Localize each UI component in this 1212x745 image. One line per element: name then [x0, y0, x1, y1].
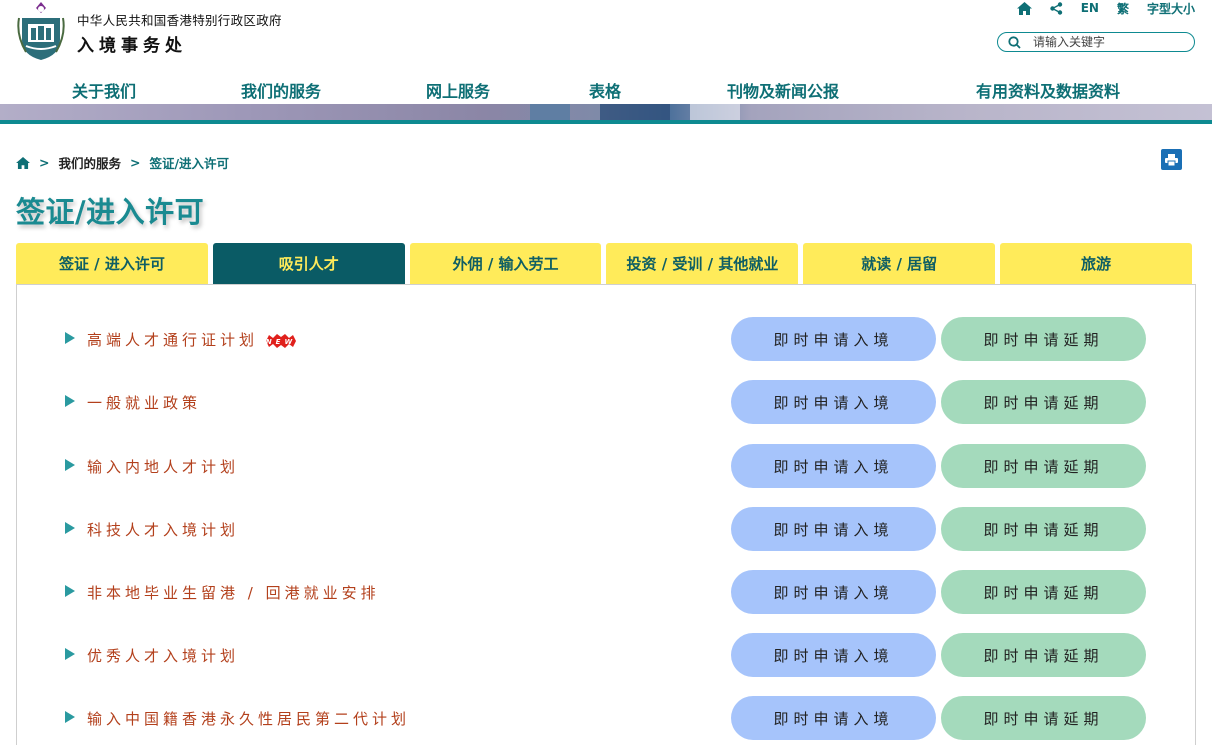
scheme-label: 高端人才通行证计划	[87, 331, 259, 349]
bullet-arrow-icon	[65, 585, 75, 597]
share-icon[interactable]	[1050, 1, 1063, 15]
apply-entry-button[interactable]: 即时申请入境	[731, 633, 936, 677]
print-icon	[1165, 153, 1178, 166]
new-badge-text: NEW	[266, 338, 296, 346]
apply-extension-button[interactable]: 即时申请延期	[941, 444, 1146, 488]
home-icon[interactable]	[1016, 1, 1032, 15]
tab-study-residence[interactable]: 就读 / 居留	[803, 243, 996, 284]
list-item: 输入内地人才计划 即时申请入境 即时申请延期	[17, 444, 1197, 488]
apply-extension-button[interactable]: 即时申请延期	[941, 696, 1146, 740]
page-title: 签证/进入许可	[16, 195, 205, 229]
apply-entry-button[interactable]: 即时申请入境	[731, 317, 936, 361]
tab-visit[interactable]: 旅游	[1000, 243, 1192, 284]
scheme-link-second-generation[interactable]: 输入中国籍香港永久性居民第二代计划	[87, 708, 410, 729]
list-item: 一般就业政策 即时申请入境 即时申请延期	[17, 380, 1197, 424]
apply-entry-button[interactable]: 即时申请入境	[731, 444, 936, 488]
breadcrumb-home-icon[interactable]	[16, 156, 30, 169]
list-item: 优秀人才入境计划 即时申请入境 即时申请延期	[17, 633, 1197, 677]
bullet-arrow-icon	[65, 522, 75, 534]
apply-entry-button[interactable]: 即时申请入境	[731, 696, 936, 740]
new-badge-icon: NEW	[266, 333, 297, 348]
apply-extension-button[interactable]: 即时申请延期	[941, 507, 1146, 551]
breadcrumb-our-services[interactable]: 我们的服务	[58, 153, 121, 172]
tab-domestic-helpers-labour[interactable]: 外佣 / 输入劳工	[409, 243, 602, 284]
scheme-link-top-talent-pass[interactable]: 高端人才通行证计划 NEW	[87, 329, 298, 350]
breadcrumb-separator-icon: >	[39, 155, 50, 170]
tab-visa-entry-permit[interactable]: 签证 / 进入许可	[16, 243, 208, 284]
scheme-list: 高端人才通行证计划 NEW 即时申请入境 即时申请延期 一般就业政策 即时申请入境…	[16, 284, 1196, 745]
print-button[interactable]	[1161, 149, 1182, 170]
banner-divider	[0, 120, 1212, 124]
banner-image	[0, 104, 1212, 120]
lang-traditional-link[interactable]: 繁	[1117, 0, 1129, 17]
tab-talent-attraction[interactable]: 吸引人才	[212, 243, 405, 284]
nav-useful-info-statistics[interactable]: 有用资料及数据资料	[976, 78, 1120, 102]
list-item: 输入中国籍香港永久性居民第二代计划 即时申请入境 即时申请延期	[17, 696, 1197, 740]
main-nav: 关于我们 我们的服务 网上服务 表格 刊物及新闻公报 有用资料及数据资料	[0, 78, 1212, 102]
list-item: 非本地毕业生留港 / 回港就业安排 即时申请入境 即时申请延期	[17, 570, 1197, 614]
utility-bar: EN 繁 字型大小	[999, 0, 1195, 16]
apply-entry-button[interactable]: 即时申请入境	[731, 507, 936, 551]
nav-forms[interactable]: 表格	[589, 78, 621, 102]
lang-en-link[interactable]: EN	[1081, 1, 1099, 15]
search-box	[997, 32, 1195, 52]
breadcrumb: > 我们的服务 > 签证/进入许可	[16, 153, 229, 172]
scheme-link-technology-talent[interactable]: 科技人才入境计划	[87, 519, 239, 540]
nav-our-services[interactable]: 我们的服务	[241, 78, 321, 102]
scheme-link-general-employment[interactable]: 一般就业政策	[87, 392, 201, 413]
search-icon[interactable]	[1008, 35, 1021, 49]
bullet-arrow-icon	[65, 459, 75, 471]
nav-online-services[interactable]: 网上服务	[426, 78, 490, 102]
breadcrumb-current[interactable]: 签证/进入许可	[149, 153, 229, 172]
category-tabs: 签证 / 进入许可 吸引人才 外佣 / 输入劳工 投资 / 受训 / 其他就业 …	[16, 243, 1192, 284]
scheme-link-quality-migrant[interactable]: 优秀人才入境计划	[87, 645, 239, 666]
site-header: 中华人民共和国香港特别行政区政府 入境事务处 EN 繁 字型大小	[0, 0, 1212, 78]
apply-extension-button[interactable]: 即时申请延期	[941, 570, 1146, 614]
font-size-link[interactable]: 字型大小	[1147, 0, 1195, 17]
list-item: 科技人才入境计划 即时申请入境 即时申请延期	[17, 507, 1197, 551]
scheme-link-mainland-talents[interactable]: 输入内地人才计划	[87, 456, 239, 477]
search-input[interactable]	[1033, 35, 1183, 49]
breadcrumb-separator-icon: >	[130, 155, 141, 170]
department-name: 入境事务处	[77, 36, 187, 56]
apply-extension-button[interactable]: 即时申请延期	[941, 633, 1146, 677]
apply-extension-button[interactable]: 即时申请延期	[941, 380, 1146, 424]
bullet-arrow-icon	[65, 395, 75, 407]
scheme-link-non-local-graduates[interactable]: 非本地毕业生留港 / 回港就业安排	[87, 582, 380, 603]
apply-extension-button[interactable]: 即时申请延期	[941, 317, 1146, 361]
tab-investment-training-other[interactable]: 投资 / 受训 / 其他就业	[606, 243, 799, 284]
bullet-arrow-icon	[65, 711, 75, 723]
bullet-arrow-icon	[65, 648, 75, 660]
nav-publications-press[interactable]: 刊物及新闻公报	[727, 78, 839, 102]
apply-entry-button[interactable]: 即时申请入境	[731, 380, 936, 424]
immigration-emblem-logo[interactable]	[16, 0, 66, 62]
nav-about-us[interactable]: 关于我们	[72, 78, 136, 102]
government-name: 中华人民共和国香港特别行政区政府	[77, 13, 282, 28]
list-item: 高端人才通行证计划 NEW 即时申请入境 即时申请延期	[17, 317, 1197, 361]
bullet-arrow-icon	[65, 332, 75, 344]
apply-entry-button[interactable]: 即时申请入境	[731, 570, 936, 614]
